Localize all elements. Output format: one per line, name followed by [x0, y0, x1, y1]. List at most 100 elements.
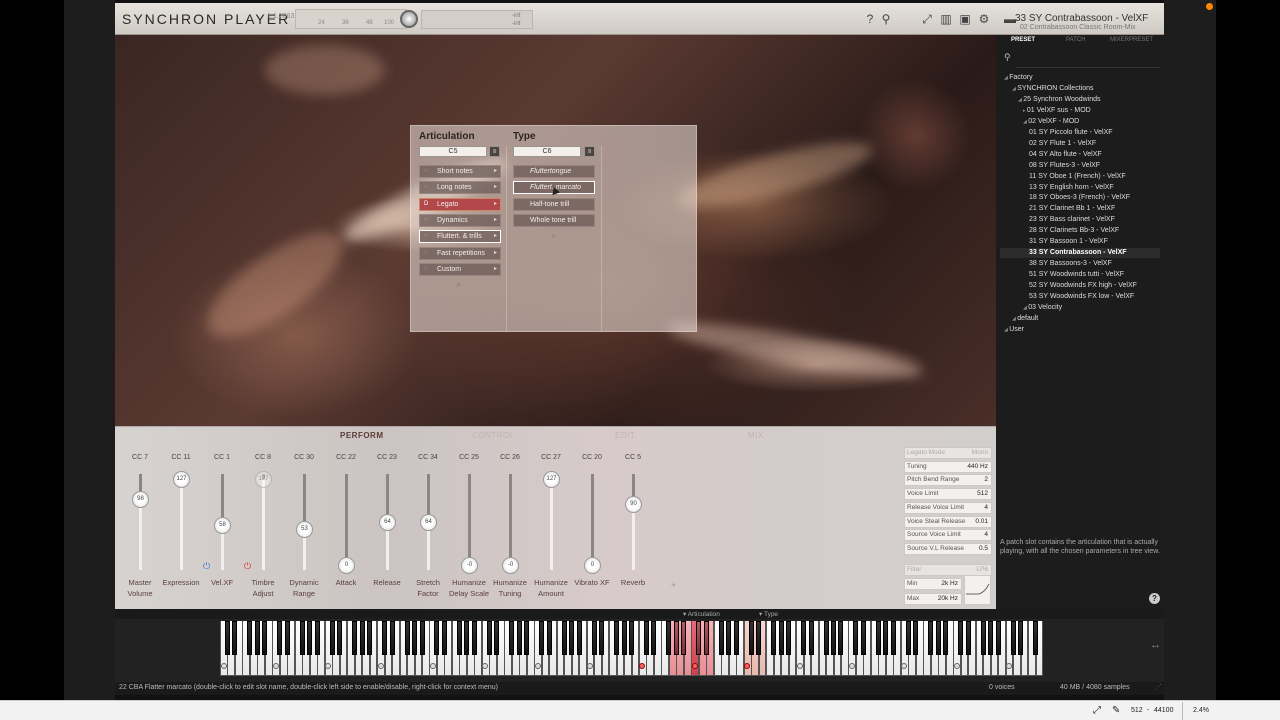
search-icon[interactable]: ⚲	[1004, 52, 1011, 63]
black-key[interactable]	[1010, 621, 1016, 655]
black-key[interactable]	[232, 621, 238, 655]
black-key[interactable]	[599, 621, 605, 655]
black-key[interactable]	[329, 621, 335, 655]
param-row[interactable]: Release Voice Limit 4	[904, 501, 992, 514]
slider-thumb[interactable]: 0	[584, 557, 601, 574]
slider-thumb[interactable]: 64	[420, 514, 437, 531]
type-slot-whole-tone-trill[interactable]: Whole tone trill	[513, 214, 595, 227]
slider-track[interactable]	[468, 474, 471, 570]
tab-patch[interactable]: PATCH	[1066, 37, 1085, 43]
keyboard-icon[interactable]: ▥	[939, 12, 953, 26]
add-articulation-button[interactable]: +	[456, 280, 461, 290]
black-key[interactable]	[681, 621, 687, 655]
slider-thumb[interactable]: 98	[132, 490, 149, 508]
black-key[interactable]	[434, 621, 440, 655]
tree-item[interactable]: 02 SY Flute 1 - VelXF	[1029, 139, 1096, 149]
black-key[interactable]	[666, 621, 672, 655]
black-key[interactable]	[808, 621, 814, 655]
black-key[interactable]	[995, 621, 1001, 655]
articulation-slot-fast-repetitions[interactable]: ○ Fast repetitions ▸	[419, 247, 501, 260]
black-key[interactable]	[958, 621, 964, 655]
tree-item[interactable]: 28 SY Clarinets Bb-3 - VelXF	[1029, 226, 1119, 236]
black-key[interactable]	[696, 621, 702, 655]
black-key[interactable]	[404, 621, 410, 655]
tree-item[interactable]: 21 SY Clarinet Bb 1 - VelXF	[1029, 204, 1115, 214]
location-pin-icon[interactable]: ⚲	[879, 12, 893, 26]
chip-icon[interactable]: ▣	[958, 12, 972, 26]
black-key[interactable]	[546, 621, 552, 655]
wrench-icon[interactable]: ✎	[1112, 705, 1120, 716]
tree-item[interactable]: 11 SY Oboe 1 (French) - VelXF	[1029, 172, 1126, 182]
articulation-slot-custom[interactable]: ○ Custom ▸	[419, 263, 501, 276]
black-key[interactable]	[643, 621, 649, 655]
black-key[interactable]	[314, 621, 320, 655]
gear-icon[interactable]: ⚙	[977, 12, 991, 26]
black-key[interactable]	[576, 621, 582, 655]
param-row[interactable]: Pitch Bend Range 2	[904, 474, 992, 487]
black-key[interactable]	[778, 621, 784, 655]
black-key[interactable]	[771, 621, 777, 655]
black-key[interactable]	[337, 621, 343, 655]
tree-item[interactable]: 13 SY English horn - VelXF	[1029, 183, 1114, 193]
tree-item[interactable]: ◢ SYNCHRON Collections	[1012, 84, 1093, 94]
black-key[interactable]	[299, 621, 305, 655]
tree-item[interactable]: 18 SY Oboes-3 (French) - VelXF	[1029, 193, 1130, 203]
param-row[interactable]: Voice Steal Release 0.01	[904, 515, 992, 528]
black-key[interactable]	[561, 621, 567, 655]
black-key[interactable]	[539, 621, 545, 655]
preset-title[interactable]: 33 SY Contrabassoon - VelXF	[1015, 13, 1148, 24]
articulation-slot-dynamics[interactable]: ○ Dynamics ▸	[419, 214, 501, 227]
black-key[interactable]	[621, 621, 627, 655]
tree-item[interactable]: 31 SY Bassoon 1 - VelXF	[1029, 237, 1108, 247]
power-icon[interactable]: ⏻	[244, 561, 251, 572]
tree-item[interactable]: 04 SY Alto flute - VelXF	[1029, 150, 1102, 160]
tree-item[interactable]: 52 SY Woodwinds FX high - VelXF	[1029, 281, 1137, 291]
param-row[interactable]: Legato Mode Mono	[904, 447, 992, 459]
articulation-menu-icon[interactable]: ≡	[489, 146, 500, 157]
type-key-select[interactable]: C6	[513, 146, 581, 157]
articulation-slot-legato[interactable]: D Legato ▸	[419, 198, 501, 211]
tab-mixerpreset[interactable]: MIXERPRESET	[1110, 37, 1153, 43]
slider-thumb[interactable]: 64	[379, 514, 396, 531]
param-row[interactable]: Voice Limit 512	[904, 488, 992, 501]
black-key[interactable]	[441, 621, 447, 655]
black-key[interactable]	[786, 621, 792, 655]
black-key[interactable]	[860, 621, 866, 655]
articulation-key-select[interactable]: C5	[419, 146, 487, 157]
black-key[interactable]	[471, 621, 477, 655]
param-row[interactable]: Tuning 440 Hz	[904, 460, 992, 473]
param-row[interactable]: Source Voice Limit 4	[904, 529, 992, 542]
tree-item[interactable]: 23 SY Bass clarinet - VelXF	[1029, 215, 1115, 225]
black-key[interactable]	[367, 621, 373, 655]
tree-item[interactable]: 53 SY Woodwinds FX low - VelXF	[1029, 292, 1134, 302]
black-key[interactable]	[748, 621, 754, 655]
black-key[interactable]	[831, 621, 836, 655]
black-key[interactable]	[718, 621, 724, 655]
articulation-slot-fluttert-trills[interactable]: ○ Fluttert. & trills ▸	[419, 230, 501, 243]
black-key[interactable]	[875, 621, 881, 655]
black-key[interactable]	[853, 621, 859, 655]
black-key[interactable]	[943, 621, 949, 655]
power-icon[interactable]: ⏻	[203, 561, 210, 572]
black-key[interactable]	[703, 621, 709, 655]
tree-item[interactable]: ◢ 25 Synchron Woodwinds	[1018, 95, 1101, 105]
black-key[interactable]	[935, 621, 941, 655]
black-key[interactable]	[673, 621, 679, 655]
add-slider-button[interactable]: +	[671, 580, 676, 590]
black-key[interactable]	[262, 621, 268, 655]
slider-thumb[interactable]: 53	[296, 520, 313, 538]
tree-item[interactable]: ◢ default	[1012, 314, 1038, 324]
tree-item[interactable]: ◢ Factory	[1004, 73, 1033, 83]
tab-perform[interactable]: PERFORM	[340, 431, 384, 440]
tree-item[interactable]: 08 SY Flutes-3 - VelXF	[1029, 161, 1100, 171]
master-volume-knob[interactable]	[400, 10, 418, 28]
type-slot-fluttertongue[interactable]: Fluttertongue	[513, 165, 595, 178]
black-key[interactable]	[838, 621, 844, 655]
articulation-slot-short-notes[interactable]: ○ Short notes ▸	[419, 165, 501, 178]
black-key[interactable]	[905, 621, 911, 655]
black-key[interactable]	[254, 621, 260, 655]
black-key[interactable]	[614, 621, 620, 655]
black-key[interactable]	[651, 621, 657, 655]
tree-item[interactable]: ◢ 03 Velocity	[1023, 303, 1062, 313]
black-key[interactable]	[524, 621, 530, 655]
